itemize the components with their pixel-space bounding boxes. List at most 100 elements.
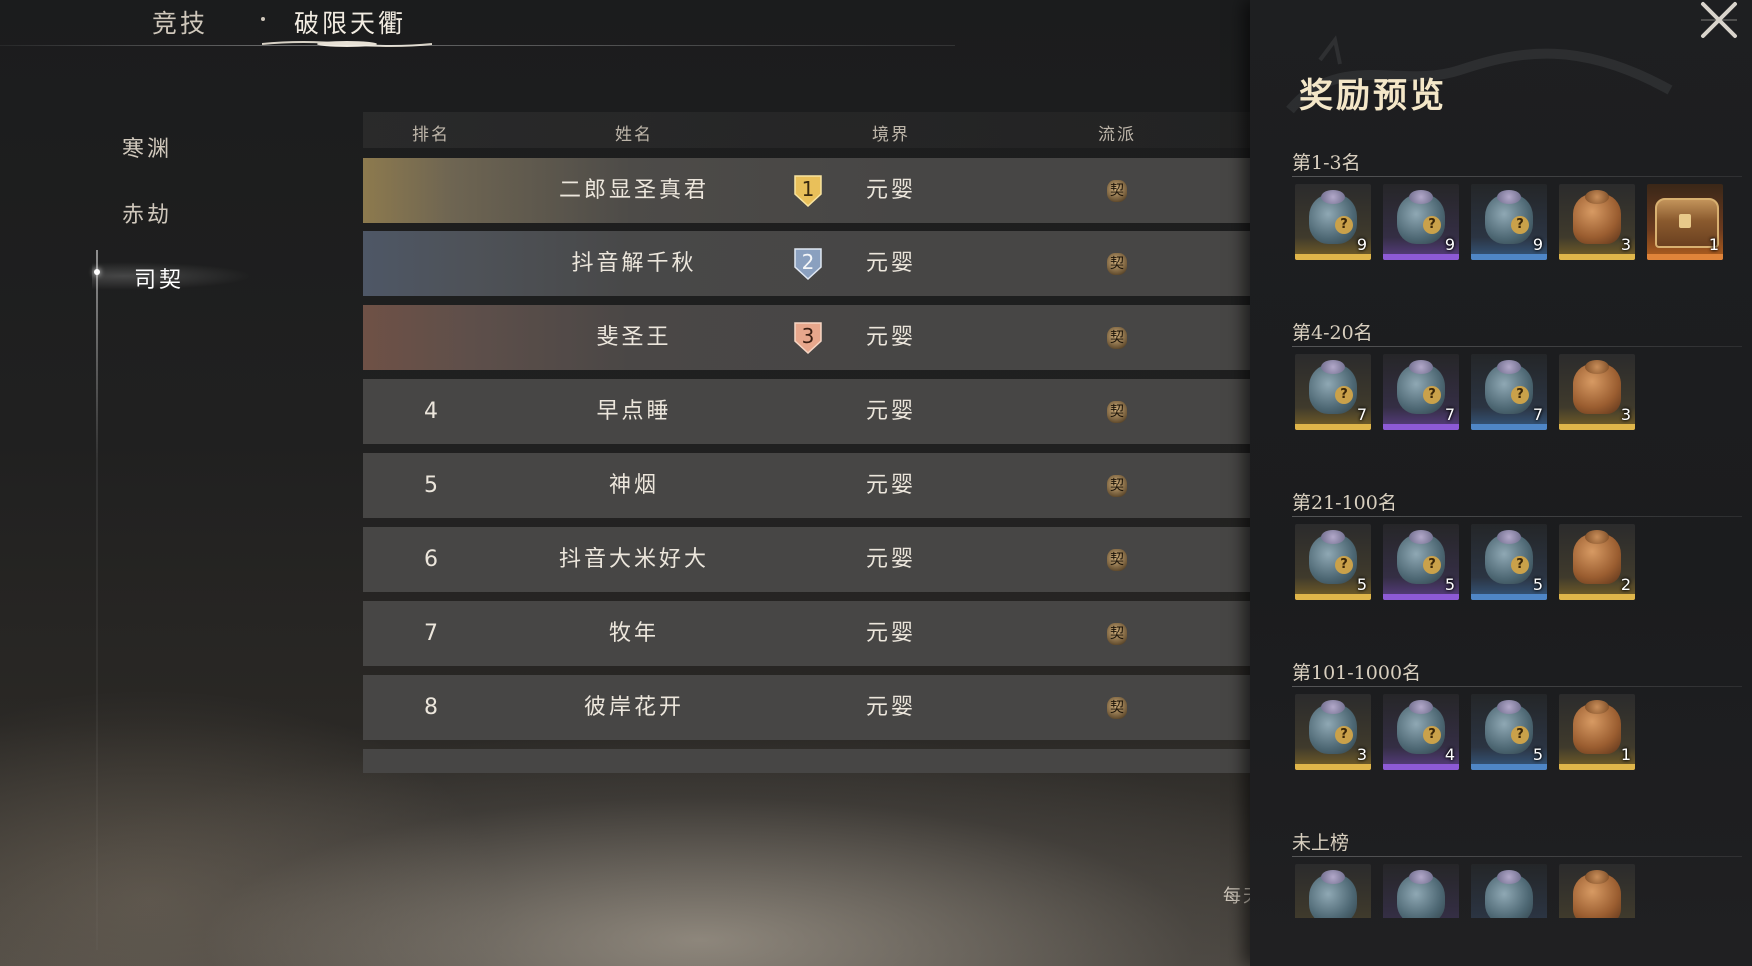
pouch-knot <box>1321 360 1345 374</box>
side-tab-siqi[interactable]: 司契 <box>134 262 184 294</box>
rarity-bar <box>1471 594 1547 600</box>
school-seal-icon: 契 <box>1107 327 1127 349</box>
player-realm: 元婴 <box>865 695 917 720</box>
item-count: 4 <box>1444 745 1455 764</box>
reward-tiers-scroll[interactable]: 第1-3名 ? 9 ? 9 ? 9 3 1 第4-20名 ? 7 ? 7 ? 7 3 第21… <box>1250 0 1752 918</box>
rarity-bar <box>1559 254 1635 260</box>
pouch-knot <box>1497 190 1521 204</box>
nav-separator-dot <box>261 17 265 21</box>
question-icon: ? <box>1335 386 1353 404</box>
reward-item[interactable]: 3 <box>1559 354 1635 430</box>
rarity-bar <box>1295 764 1371 770</box>
item-count: 2 <box>1620 575 1631 594</box>
pouch-knot <box>1409 870 1433 884</box>
nav-compete[interactable]: 竞技 <box>152 4 208 40</box>
item-count: 3 <box>1356 745 1367 764</box>
reward-item[interactable]: ? 7 <box>1471 354 1547 430</box>
rank-number: 3 <box>801 324 815 348</box>
rarity-bar <box>1383 254 1459 260</box>
rarity-bar <box>1383 764 1459 770</box>
ranking-list[interactable]: 1 二郎显圣真君 元婴 契 2 抖音解千秋 元婴 契 3 斐圣王 元婴 契 4 … <box>363 158 1253 773</box>
reward-item[interactable]: 3 <box>1559 184 1635 260</box>
reward-item[interactable]: ? 5 <box>1383 524 1459 600</box>
tier-divider <box>1292 856 1742 857</box>
reward-item[interactable]: ? 5 <box>1471 694 1547 770</box>
rarity-bar <box>1471 254 1547 260</box>
question-icon: ? <box>1335 726 1353 744</box>
table-row-partial[interactable] <box>363 749 1253 773</box>
pouch-knot <box>1497 700 1521 714</box>
table-row[interactable]: 7 牧年 元婴 契 <box>363 601 1253 666</box>
reward-item[interactable]: 1 <box>1647 184 1723 260</box>
active-underline-swash <box>262 41 432 47</box>
tier-divider <box>1292 516 1742 517</box>
header-rank: 排名 <box>412 125 450 145</box>
pouch-knot <box>1321 190 1345 204</box>
table-row[interactable]: 6 抖音大米好大 元婴 契 <box>363 527 1253 592</box>
nav-divider <box>0 45 955 46</box>
rarity-bar <box>1295 254 1371 260</box>
pouch-knot <box>1585 190 1609 204</box>
table-row[interactable]: 4 早点睡 元婴 契 <box>363 379 1253 444</box>
player-realm: 元婴 <box>865 251 917 276</box>
table-row[interactable]: 2 抖音解千秋 元婴 契 <box>363 231 1253 296</box>
player-realm: 元婴 <box>865 547 917 572</box>
rank-number: 7 <box>424 621 438 646</box>
reward-item[interactable]: 2 <box>1559 524 1635 600</box>
item-count: 5 <box>1532 575 1543 594</box>
player-realm: 元婴 <box>865 399 917 424</box>
player-realm: 元婴 <box>865 325 917 350</box>
item-count: 9 <box>1356 235 1367 254</box>
rarity-bar <box>1559 764 1635 770</box>
table-row[interactable]: 1 二郎显圣真君 元婴 契 <box>363 158 1253 223</box>
question-icon: ? <box>1511 726 1529 744</box>
tier-divider <box>1292 346 1742 347</box>
player-name: 彼岸花开 <box>583 695 685 720</box>
rank-number: 5 <box>424 473 438 498</box>
reward-item[interactable]: ? 3 <box>1295 694 1371 770</box>
reward-item[interactable] <box>1559 864 1635 918</box>
school-seal-icon: 契 <box>1107 549 1127 571</box>
pouch-knot <box>1497 870 1521 884</box>
item-count: 7 <box>1444 405 1455 424</box>
side-tab-rail <box>96 250 98 950</box>
reward-item[interactable] <box>1383 864 1459 918</box>
item-count: 5 <box>1356 575 1367 594</box>
player-name: 神烟 <box>608 473 660 498</box>
chest-lock <box>1679 214 1691 228</box>
reward-tier: 第1-3名 ? 9 ? 9 ? 9 3 1 <box>1292 148 1742 260</box>
reward-item[interactable] <box>1295 864 1371 918</box>
reward-item[interactable]: ? 9 <box>1471 184 1547 260</box>
header-realm: 境界 <box>872 125 910 145</box>
table-row[interactable]: 5 神烟 元婴 契 <box>363 453 1253 518</box>
rank-number: 1 <box>801 177 815 201</box>
reward-item[interactable]: ? 4 <box>1383 694 1459 770</box>
reward-item[interactable]: ? 5 <box>1471 524 1547 600</box>
item-count: 5 <box>1444 575 1455 594</box>
nav-active-mode[interactable]: 破限天衢 <box>294 4 406 40</box>
table-row[interactable]: 8 彼岸花开 元婴 契 <box>363 675 1253 740</box>
reward-item[interactable]: 1 <box>1559 694 1635 770</box>
side-tab-hanyuan[interactable]: 寒渊 <box>122 131 172 163</box>
player-realm: 元婴 <box>865 178 917 203</box>
reward-item[interactable]: ? 7 <box>1295 354 1371 430</box>
question-icon: ? <box>1423 386 1441 404</box>
rarity-bar <box>1295 424 1371 430</box>
side-tab-chijie[interactable]: 赤劫 <box>122 197 172 229</box>
question-icon: ? <box>1423 556 1441 574</box>
tier-label: 第101-1000名 <box>1292 662 1422 684</box>
reward-tier: 第101-1000名 ? 3 ? 4 ? 5 1 <box>1292 658 1742 770</box>
player-name: 斐圣王 <box>596 325 672 350</box>
reward-item[interactable]: ? 9 <box>1295 184 1371 260</box>
question-icon: ? <box>1423 216 1441 234</box>
rarity-bar <box>1383 424 1459 430</box>
rarity-bar <box>1647 254 1723 260</box>
reward-item[interactable]: ? 7 <box>1383 354 1459 430</box>
reward-item[interactable] <box>1471 864 1547 918</box>
table-row[interactable]: 3 斐圣王 元婴 契 <box>363 305 1253 370</box>
reward-item[interactable]: ? 5 <box>1295 524 1371 600</box>
player-name: 牧年 <box>608 621 660 646</box>
player-realm: 元婴 <box>865 621 917 646</box>
reward-item[interactable]: ? 9 <box>1383 184 1459 260</box>
tier-divider <box>1292 176 1742 177</box>
